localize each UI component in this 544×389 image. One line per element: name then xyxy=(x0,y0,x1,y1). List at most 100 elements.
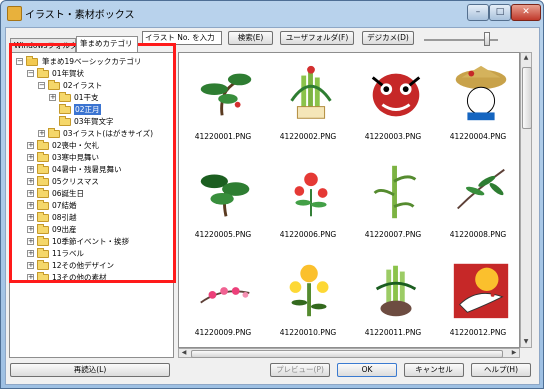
thumbnail-filename: 41220007.PNG xyxy=(364,230,422,239)
thumbnail-item[interactable]: 41220006.PNG xyxy=(268,155,348,250)
chrysanthemum-icon xyxy=(289,264,329,317)
expand-icon[interactable]: + xyxy=(49,94,56,101)
expand-icon[interactable]: + xyxy=(27,154,34,161)
maximize-button[interactable]: □ xyxy=(489,4,511,21)
tree-item-label: 02喪中・欠礼 xyxy=(52,141,100,150)
thumbnail-item[interactable]: 41220004.PNG xyxy=(438,57,518,152)
reload-button[interactable]: 再読込(L) xyxy=(10,363,170,377)
preview-button[interactable]: プレビュー(P) xyxy=(270,363,330,377)
thumbnail-item[interactable]: 41220007.PNG xyxy=(353,155,433,250)
folder-icon xyxy=(37,224,49,234)
thumbnail-filename: 41220003.PNG xyxy=(364,132,422,141)
close-button[interactable]: ✕ xyxy=(511,4,541,21)
folder-icon xyxy=(37,272,49,282)
tree-item-label: 09出産 xyxy=(52,225,77,234)
tree-root-label: 筆まめ19ベーシックカテゴリ xyxy=(42,57,142,66)
folder-icon xyxy=(48,80,60,90)
vertical-scrollbar[interactable]: ▲ ▼ xyxy=(520,52,532,348)
tree-item-label: 05クリスマス xyxy=(52,177,99,186)
expand-icon[interactable]: + xyxy=(27,202,34,209)
scroll-down-icon[interactable]: ▼ xyxy=(521,337,531,347)
slider-thumb[interactable] xyxy=(483,32,490,46)
minimize-button[interactable]: – xyxy=(467,4,489,21)
expand-icon[interactable]: + xyxy=(27,214,34,221)
tree-item-label: 01年賀状 xyxy=(52,69,85,78)
illustration-number-input[interactable]: イラスト No. を入力 xyxy=(142,31,222,45)
tree-item-label: 10季節イベント・挨拶 xyxy=(52,237,130,246)
folder-icon xyxy=(59,104,71,114)
thumbnail-filename: 41220011.PNG xyxy=(364,328,422,337)
category-tree[interactable]: − 筆まめ19ベーシックカテゴリ −01年賀状 −02イラスト +01干支 02正月 0… xyxy=(9,52,174,358)
folder-icon xyxy=(59,92,71,102)
thumbnail-filename: 41220010.PNG xyxy=(279,328,337,337)
thumbnail-item[interactable]: 41220008.PNG xyxy=(438,155,518,250)
app-icon xyxy=(7,6,22,21)
expand-icon[interactable]: + xyxy=(27,226,34,233)
expand-icon[interactable]: + xyxy=(27,166,34,173)
tree-item-label: 02イラスト xyxy=(63,81,103,90)
folder-icon xyxy=(37,212,49,222)
cancel-button[interactable]: キャンセル xyxy=(404,363,464,377)
thumbnail-item[interactable]: 41220002.PNG xyxy=(268,57,348,152)
scroll-up-icon[interactable]: ▲ xyxy=(521,53,531,63)
digicam-button[interactable]: デジカメ(D) xyxy=(362,31,414,45)
thumbnail-item[interactable]: 41220010.PNG xyxy=(268,253,348,348)
expand-icon[interactable]: + xyxy=(27,250,34,257)
user-folder-button[interactable]: ユーザフォルダ(F) xyxy=(280,31,354,45)
expand-icon[interactable]: + xyxy=(27,274,34,281)
folder-icon xyxy=(37,164,49,174)
pine-tree-icon xyxy=(200,73,252,116)
thumbnail-filename: 41220009.PNG xyxy=(194,328,252,337)
ok-button[interactable]: OK xyxy=(337,363,397,377)
scroll-left-icon[interactable]: ◀ xyxy=(179,348,189,358)
close-icon: ✕ xyxy=(522,7,530,17)
kadomatsu-bamboo-icon xyxy=(375,265,417,317)
crane-icon xyxy=(453,263,509,319)
title-bar[interactable]: イラスト・素材ボックス – □ ✕ xyxy=(1,1,544,25)
root-category-icon xyxy=(26,56,38,66)
bamboo-leaf-icon xyxy=(457,168,505,210)
expand-icon[interactable]: + xyxy=(27,190,34,197)
tab-fudemame-category[interactable]: 筆まめカテゴリ xyxy=(76,36,138,52)
horizontal-scroll-thumb[interactable] xyxy=(191,350,503,358)
scroll-right-icon[interactable]: ▶ xyxy=(509,348,519,358)
collapse-icon[interactable]: − xyxy=(27,70,34,77)
folder-icon xyxy=(37,248,49,258)
thumbnail-item[interactable]: 41220009.PNG xyxy=(183,253,263,348)
plum-blossom-icon xyxy=(200,287,250,304)
expand-icon[interactable]: + xyxy=(38,130,45,137)
expand-icon[interactable]: + xyxy=(27,178,34,185)
expand-icon[interactable]: + xyxy=(27,238,34,245)
thumbnail-filename: 41220006.PNG xyxy=(279,230,337,239)
tree-item-label: 01干支 xyxy=(74,93,99,102)
collapse-icon[interactable]: − xyxy=(38,82,45,89)
help-button[interactable]: ヘルプ(H) xyxy=(471,363,531,377)
collapse-icon[interactable]: − xyxy=(16,58,23,65)
daruma-hat-icon xyxy=(455,65,507,121)
vertical-scroll-thumb[interactable] xyxy=(522,67,532,129)
tab-windows-folder[interactable]: Windowsフォルダ xyxy=(10,38,76,52)
expand-icon[interactable]: + xyxy=(27,262,34,269)
thumbnail-item[interactable]: 41220011.PNG xyxy=(353,253,433,348)
thumbnail-item[interactable]: 41220001.PNG xyxy=(183,57,263,152)
search-button[interactable]: 検索(E) xyxy=(228,31,273,45)
tree-item-label: 08引越 xyxy=(52,213,77,222)
minimize-icon: – xyxy=(475,7,481,17)
tree-item-label: 03年賀文字 xyxy=(74,117,114,126)
thumbnail-filename: 41220012.PNG xyxy=(449,328,507,337)
thumbnail-item[interactable]: 41220003.PNG xyxy=(353,57,433,152)
thumbnail-grid[interactable]: 41220001.PNG 41220002.PNG 41220003.PNG 4122… xyxy=(178,52,520,348)
bonsai-pine-icon xyxy=(200,174,250,217)
tree-item-label: 02正月 xyxy=(74,104,101,115)
tree-item-label: 11ラベル xyxy=(52,249,85,258)
folder-icon xyxy=(37,68,49,78)
expand-icon[interactable]: + xyxy=(27,142,34,149)
maximize-icon: □ xyxy=(495,7,505,17)
tree-item-label: 07結婚 xyxy=(52,201,77,210)
horizontal-scrollbar[interactable]: ◀ ▶ xyxy=(178,348,520,358)
thumbnail-item[interactable]: 41220012.PNG xyxy=(438,253,518,348)
folder-icon xyxy=(59,116,71,126)
thumbnail-filename: 41220005.PNG xyxy=(194,230,252,239)
folder-icon xyxy=(37,140,49,150)
thumbnail-item[interactable]: 41220005.PNG xyxy=(183,155,263,250)
